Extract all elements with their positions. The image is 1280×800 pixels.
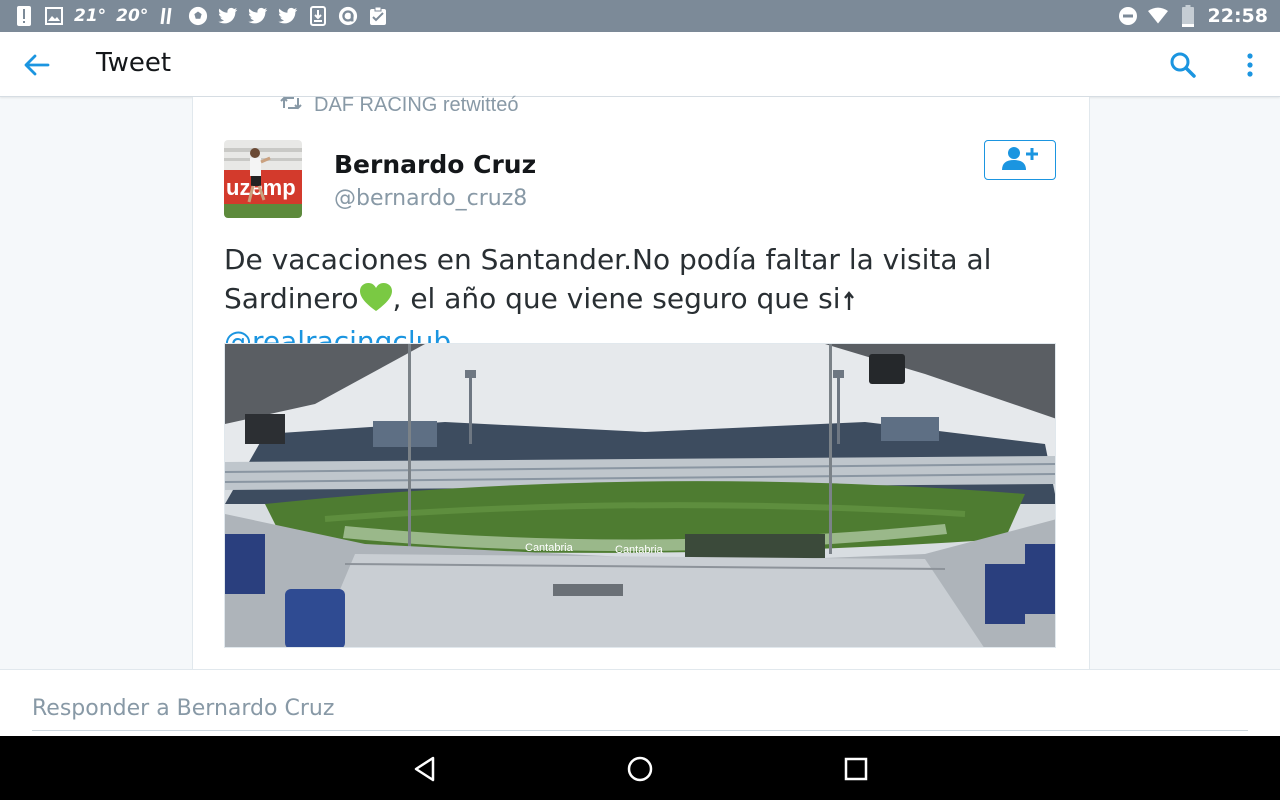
more-vert-icon[interactable] [1240, 50, 1260, 80]
tweet-text-part2: , el año que viene seguro que si [392, 282, 841, 315]
nav-recents-icon[interactable] [841, 754, 871, 784]
soccer-icon [188, 6, 208, 26]
photo-banner-text-2: Cantabria [615, 544, 664, 556]
twitter-icon [278, 6, 298, 26]
clock: 22:58 [1207, 5, 1268, 27]
photo-banner-text: Cantabria [525, 542, 574, 554]
retweet-icon [280, 95, 302, 116]
status-bar: 21° 20° 22:58 [0, 0, 1280, 32]
status-bar-system: 22:58 [1118, 0, 1268, 32]
download-icon [308, 6, 328, 26]
twitter-icon [248, 6, 268, 26]
battery-icon [1178, 5, 1198, 27]
image-icon [44, 6, 64, 26]
author-handle: @bernardo_cruz8 [334, 186, 528, 211]
temperature-2: 20° [116, 6, 149, 26]
navigation-bar [0, 736, 1280, 800]
retweet-indicator: DAF RACING retwitteó [280, 94, 518, 117]
search-icon[interactable] [1168, 50, 1198, 80]
up-arrow-icon [841, 282, 857, 315]
nav-back-icon[interactable] [410, 754, 440, 784]
avatar[interactable]: uzemp [224, 140, 302, 218]
reply-input[interactable] [32, 686, 1248, 731]
temperature-1: 21° [74, 6, 107, 26]
weather-icon [158, 6, 178, 26]
add-user-icon [1001, 145, 1039, 176]
wifi-icon [1147, 6, 1168, 26]
twitter-icon [218, 6, 238, 26]
clipboard-icon [368, 6, 388, 26]
status-bar-notifications: 21° 20° [14, 0, 388, 32]
retweet-label: DAF RACING retwitteó [314, 94, 519, 116]
author-name[interactable]: Bernardo Cruz [334, 150, 536, 179]
app-icon [338, 6, 358, 26]
reply-bar [0, 669, 1280, 737]
nav-home-icon[interactable] [625, 754, 655, 784]
green-heart-icon [359, 282, 393, 322]
back-arrow-icon[interactable] [22, 50, 52, 80]
tweet-photo[interactable]: Cantabria Cantabria [224, 343, 1056, 648]
page-title: Tweet [96, 48, 172, 78]
alert-icon [14, 6, 34, 26]
do-not-disturb-icon [1118, 6, 1138, 26]
follow-button[interactable] [984, 140, 1056, 180]
app-bar: Tweet [0, 32, 1280, 97]
